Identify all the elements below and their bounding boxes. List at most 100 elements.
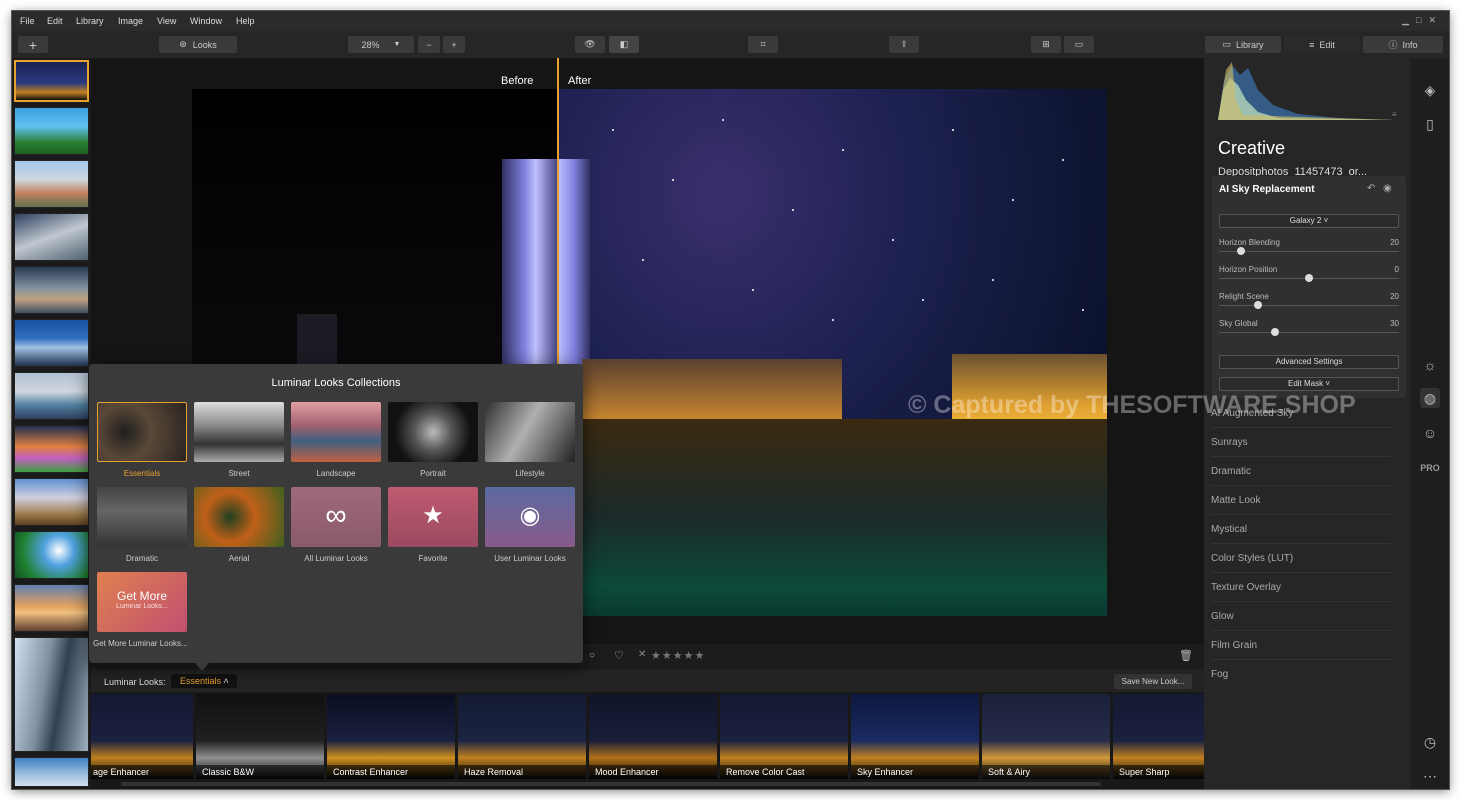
thumbnail[interactable] <box>14 478 89 526</box>
filter-film-grain[interactable]: Film Grain <box>1211 632 1391 660</box>
tab-info[interactable]: ⓘ Info <box>1363 36 1443 53</box>
zoom-select[interactable]: 28% ▼ <box>348 36 414 53</box>
look-thumbnail[interactable]: Super Sharp <box>1113 694 1204 779</box>
save-new-look-button[interactable]: Save New Look... <box>1114 674 1192 689</box>
collection-favorite[interactable]: ★ Favorite <box>388 487 478 563</box>
reject-icon[interactable]: ✕ <box>638 649 646 660</box>
crop-button[interactable]: ⌗ <box>748 36 778 53</box>
collection-landscape[interactable]: Landscape <box>291 402 381 478</box>
add-button[interactable]: + <box>18 36 48 53</box>
horizon-position-slider[interactable]: Horizon Position 0 <box>1219 265 1399 282</box>
look-thumbnail[interactable]: age Enhancer <box>91 694 193 779</box>
filter-matte-look[interactable]: Matte Look <box>1211 487 1391 515</box>
collection-dramatic[interactable]: Dramatic <box>97 487 187 563</box>
filter-dramatic[interactable]: Dramatic <box>1211 458 1391 486</box>
thumbnail[interactable] <box>14 266 89 314</box>
toggle-visibility-icon[interactable]: ◉ <box>1383 183 1392 194</box>
menu-library[interactable]: Library <box>76 16 104 26</box>
histogram-toggle-icon[interactable]: ≡ <box>1392 110 1397 119</box>
filter-sunrays[interactable]: Sunrays <box>1211 429 1391 457</box>
collection-portrait[interactable]: Portrait <box>388 402 478 478</box>
zoom-out-button[interactable]: − <box>418 36 440 53</box>
sun-icon[interactable]: ☼ <box>1420 355 1440 375</box>
thumbnail[interactable] <box>14 319 89 367</box>
preview-button[interactable]: 👁 <box>575 36 605 53</box>
thumbnail[interactable] <box>14 637 89 752</box>
tab-library[interactable]: ▭ Library <box>1205 36 1281 53</box>
tab-edit[interactable]: ≡ Edit <box>1284 36 1360 53</box>
slider-track[interactable] <box>1219 251 1399 252</box>
thumbnail[interactable] <box>14 213 89 261</box>
window-controls[interactable]: ▁□✕ <box>1402 15 1443 26</box>
look-thumbnail[interactable]: Haze Removal <box>458 694 586 779</box>
thumbnail[interactable] <box>14 531 89 579</box>
more-icon[interactable]: ⋯ <box>1420 766 1440 786</box>
filter-fog[interactable]: Fog <box>1211 661 1391 689</box>
thumbnail[interactable] <box>14 757 89 787</box>
look-thumbnail[interactable]: Remove Color Cast <box>720 694 848 779</box>
thumbnail[interactable] <box>14 372 89 420</box>
grid-view-button[interactable]: ⊞ <box>1031 36 1061 53</box>
horizon-blending-slider[interactable]: Horizon Blending 20 <box>1219 238 1399 255</box>
face-icon[interactable]: ☺ <box>1420 423 1440 443</box>
looks-button[interactable]: ⊛ Looks <box>159 36 237 53</box>
filter-mystical[interactable]: Mystical <box>1211 516 1391 544</box>
menu-image[interactable]: Image <box>118 16 143 26</box>
look-thumbnail[interactable]: Sky Enhancer <box>851 694 979 779</box>
thumbnail[interactable] <box>14 425 89 473</box>
share-button[interactable]: ⇪ <box>889 36 919 53</box>
reset-icon[interactable]: ↶ <box>1367 183 1375 194</box>
compare-button[interactable]: ◧ <box>609 36 639 53</box>
slider-knob[interactable] <box>1237 247 1245 255</box>
advanced-settings-button[interactable]: Advanced Settings <box>1219 355 1399 369</box>
collection-select[interactable]: Essentials ˄ <box>171 674 237 688</box>
relight-scene-slider[interactable]: Relight Scene 20 <box>1219 292 1399 309</box>
canvas-icon[interactable]: ▯ <box>1420 114 1440 134</box>
slider-knob[interactable] <box>1305 274 1313 282</box>
sky-select[interactable]: Galaxy 2 ˅ <box>1219 214 1399 228</box>
palette-icon[interactable]: ◍ <box>1420 388 1440 408</box>
slider-track[interactable] <box>1219 332 1399 333</box>
single-view-button[interactable]: ▭ <box>1064 36 1094 53</box>
filter-color-styles[interactable]: Color Styles (LUT) <box>1211 545 1391 573</box>
layers-icon[interactable]: ◈ <box>1420 80 1440 100</box>
menu-help[interactable]: Help <box>236 16 255 26</box>
menu-window[interactable]: Window <box>190 16 222 26</box>
collection-user-looks[interactable]: ◉ User Luminar Looks <box>485 487 575 563</box>
zoom-in-button[interactable]: + <box>443 36 465 53</box>
water-reflection <box>558 419 1107 616</box>
thumbnail[interactable] <box>14 107 89 155</box>
collection-street[interactable]: Street <box>194 402 284 478</box>
collection-essentials[interactable]: Essentials <box>97 402 187 478</box>
menu-edit[interactable]: Edit <box>47 16 63 26</box>
trash-icon[interactable]: 🗑 <box>1179 649 1193 662</box>
filter-texture-overlay[interactable]: Texture Overlay <box>1211 574 1391 602</box>
pro-icon[interactable]: PRO <box>1420 458 1440 478</box>
color-label-icon[interactable]: ○ <box>589 650 595 661</box>
sky-global-slider[interactable]: Sky Global 30 <box>1219 319 1399 336</box>
filter-glow[interactable]: Glow <box>1211 603 1391 631</box>
collection-all-looks[interactable]: ∞ All Luminar Looks <box>291 487 381 563</box>
look-thumbnail[interactable]: Classic B&W <box>196 694 324 779</box>
slider-knob[interactable] <box>1254 301 1262 309</box>
look-thumbnail[interactable]: Soft & Airy <box>982 694 1110 779</box>
thumbnail[interactable] <box>14 160 89 208</box>
heart-icon[interactable]: ♡ <box>614 649 624 662</box>
thumbnail-selected[interactable] <box>14 60 89 102</box>
collection-aerial[interactable]: Aerial <box>194 487 284 563</box>
tool-title[interactable]: AI Sky Replacement <box>1219 184 1315 195</box>
look-label: Super Sharp <box>1113 765 1204 779</box>
menu-file[interactable]: File <box>20 16 35 26</box>
slider-knob[interactable] <box>1271 328 1279 336</box>
collection-lifestyle[interactable]: Lifestyle <box>485 402 575 478</box>
menu-view[interactable]: View <box>157 16 176 26</box>
look-thumbnail[interactable]: Mood Enhancer <box>589 694 717 779</box>
star-rating[interactable]: ★★★★★ <box>651 649 705 662</box>
look-thumbnail[interactable]: Contrast Enhancer <box>327 694 455 779</box>
history-icon[interactable]: ◷ <box>1420 732 1440 752</box>
thumbnail[interactable] <box>14 584 89 632</box>
looks-scrollbar[interactable] <box>121 782 1101 786</box>
slider-track[interactable] <box>1219 305 1399 306</box>
collection-get-more[interactable]: Get More Luminar Looks... Get More Luminar… <box>93 572 188 648</box>
edit-mask-button[interactable]: Edit Mask ˅ <box>1219 377 1399 391</box>
